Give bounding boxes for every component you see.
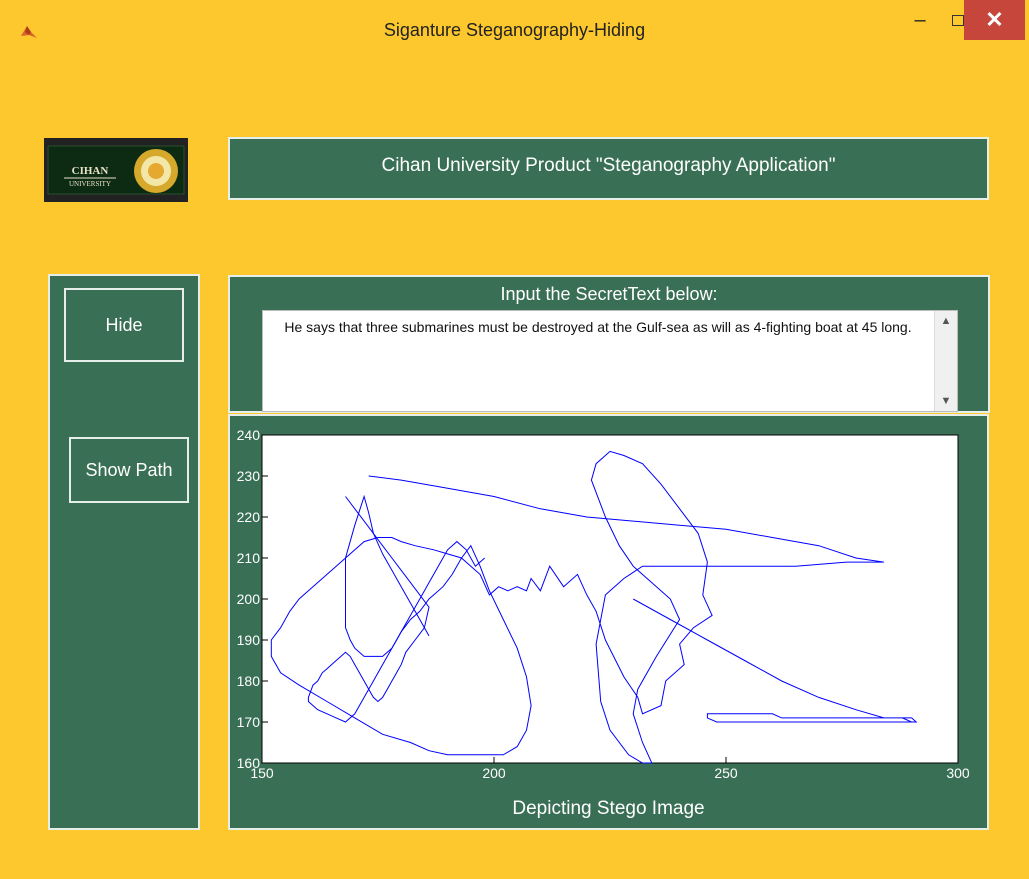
scroll-up-icon[interactable]: ▲ xyxy=(935,315,957,327)
y-tick-label: 210 xyxy=(237,550,261,566)
title-bar: Siganture Steganography-Hiding – ✕ xyxy=(0,0,1029,62)
cihan-university-logo: CIHAN UNIVERSITY xyxy=(44,138,188,202)
x-tick-label: 250 xyxy=(714,765,738,781)
window-title: Siganture Steganography-Hiding xyxy=(383,20,646,40)
show-path-button[interactable]: Show Path xyxy=(69,437,189,503)
y-tick-label: 230 xyxy=(237,468,261,484)
header-panel: Cihan University Product "Steganography … xyxy=(228,137,989,200)
y-tick-label: 180 xyxy=(237,673,261,689)
y-tick-label: 160 xyxy=(237,755,261,771)
logo-text-top: CIHAN xyxy=(72,165,109,177)
y-tick-label: 200 xyxy=(237,591,261,607)
y-tick-label: 220 xyxy=(237,509,261,525)
button-panel: Hide Show Path xyxy=(48,274,200,830)
secret-text-input[interactable]: He says that three submarines must be de… xyxy=(262,310,958,412)
y-tick-label: 190 xyxy=(237,632,261,648)
y-tick-label: 170 xyxy=(237,714,261,730)
x-tick-label: 200 xyxy=(482,765,506,781)
minimize-button[interactable]: – xyxy=(900,0,940,40)
scrollbar[interactable]: ▲ ▼ xyxy=(934,311,957,411)
plot-area xyxy=(261,434,959,764)
stego-plot: 150 200 250 300160170180190200210220230240 xyxy=(237,427,970,781)
logo-graphic: CIHAN UNIVERSITY xyxy=(47,145,185,195)
hide-button[interactable]: Hide xyxy=(64,288,184,362)
logo-text-bottom: UNIVERSITY xyxy=(69,180,111,188)
close-button[interactable]: ✕ xyxy=(964,0,1025,40)
y-tick-label: 240 xyxy=(237,427,261,443)
secret-text-label: Input the SecretText below: xyxy=(500,284,718,304)
x-tick-label: 300 xyxy=(946,765,970,781)
secret-text-value[interactable]: He says that three submarines must be de… xyxy=(269,317,927,337)
plot-caption: Depicting Stego Image xyxy=(512,798,705,819)
scroll-down-icon[interactable]: ▼ xyxy=(935,395,957,407)
stego-plot-panel: 150 200 250 300 160 170 180 190 200 210 220 230 240 … xyxy=(228,414,989,830)
secret-text-panel: Input the SecretText below: He says that… xyxy=(228,275,990,413)
header-title: Cihan University Product "Steganography … xyxy=(381,155,836,176)
maximize-icon xyxy=(952,14,964,26)
